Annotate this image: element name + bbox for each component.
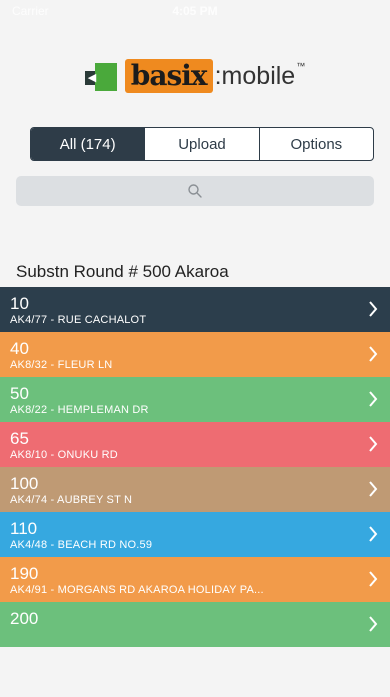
list-item[interactable]: 200 [0, 602, 390, 647]
item-address: AK4/74 - AUBREY ST N [10, 494, 133, 506]
basix-logo-icon: ◀ [84, 61, 119, 91]
item-number: 110 [10, 519, 38, 538]
item-address: AK8/22 - HEMPLEMAN DR [10, 404, 149, 416]
list-item[interactable]: 40 AK8/32 - FLEUR LN [0, 332, 390, 377]
status-time: 4:05 PM [172, 4, 218, 18]
item-number: 50 [10, 384, 29, 403]
chevron-right-icon [369, 301, 378, 317]
chevron-right-icon [369, 481, 378, 497]
item-number: 190 [10, 564, 39, 583]
item-address: AK8/32 - FLEUR LN [10, 359, 113, 371]
list-item[interactable]: 50 AK8/22 - HEMPLEMAN DR [0, 377, 390, 422]
list-item[interactable]: 10 AK4/77 - RUE CACHALOT [0, 287, 390, 332]
list-item[interactable]: 65 AK8/10 - ONUKU RD [0, 422, 390, 467]
status-bar: Carrier 4:05 PM [0, 0, 390, 22]
logo-brand: basix [124, 59, 213, 93]
chevron-right-icon [369, 616, 378, 632]
substation-list: 10 AK4/77 - RUE CACHALOT 40 AK8/32 - FLE… [0, 287, 390, 647]
item-number: 200 [10, 609, 39, 628]
chevron-right-icon [369, 436, 378, 452]
item-number: 40 [10, 339, 29, 358]
tab-options[interactable]: Options [258, 128, 373, 160]
list-item[interactable]: 190 AK4/91 - MORGANS RD AKAROA HOLIDAY P… [0, 557, 390, 602]
search-input[interactable] [16, 176, 378, 208]
item-number: 65 [10, 429, 29, 448]
tab-upload[interactable]: Upload [144, 128, 258, 160]
tab-all[interactable]: All (174) [31, 128, 145, 160]
item-address: AK8/10 - ONUKU RD [10, 449, 118, 461]
segmented-control: All (174) Upload Options [30, 127, 374, 161]
chevron-right-icon [369, 571, 378, 587]
item-address: AK4/48 - BEACH RD NO.59 [10, 539, 153, 551]
item-address: AK4/77 - RUE CACHALOT [10, 314, 147, 326]
search-bar[interactable] [16, 176, 378, 208]
chevron-right-icon [369, 391, 378, 407]
section-header: Substn Round # 500 Akaroa [16, 262, 229, 281]
chevron-right-icon [369, 526, 378, 542]
logo-suffix: :mobile [214, 61, 296, 90]
item-number: 100 [10, 474, 39, 493]
item-address: AK4/91 - MORGANS RD AKAROA HOLIDAY PA... [10, 584, 264, 596]
logo-trademark: ™ [296, 61, 306, 71]
list-item[interactable]: 100 AK4/74 - AUBREY ST N [0, 467, 390, 512]
chevron-right-icon [369, 346, 378, 362]
app-logo: ◀ basix :mobile ™ [0, 52, 390, 100]
item-number: 10 [10, 294, 29, 313]
list-item[interactable]: 110 AK4/48 - BEACH RD NO.59 [0, 512, 390, 557]
